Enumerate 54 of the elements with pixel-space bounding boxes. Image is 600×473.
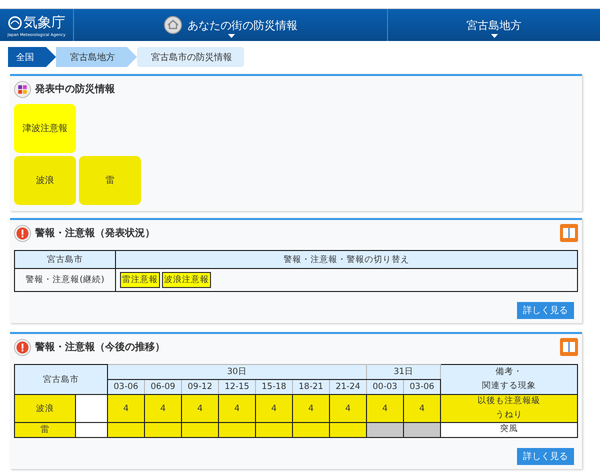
table-header: 03-06 (108, 380, 144, 394)
panel-title: 警報・注意報（発表状況） (35, 226, 155, 240)
table-header: 31日 (366, 364, 440, 380)
table-header: 21-24 (330, 380, 366, 394)
breadcrumb-link[interactable]: 全国 (5, 47, 56, 67)
panel-title: 発表中の防災情報 (35, 82, 115, 96)
warning-badge: 雷注意報 (120, 272, 160, 288)
book-icon[interactable] (560, 224, 578, 242)
nav-menu[interactable]: あなたの街の防災情報 (74, 9, 388, 41)
remark-text: 以後も注意報級 (476, 395, 542, 408)
book-icon[interactable] (560, 338, 578, 356)
table-cell: 4 (218, 394, 256, 423)
table-cell: 4 (404, 394, 440, 423)
table-cell: 4 (330, 394, 366, 423)
remark-text: 突風 (499, 423, 519, 436)
caret-icon (491, 34, 498, 38)
breadcrumb-link[interactable]: 宮古島地方 (56, 47, 137, 67)
header-text: 備考・ (494, 366, 524, 379)
table-header: 06-09 (144, 380, 182, 394)
table-cell: 4 (292, 394, 330, 423)
header-text: 関連する現象 (481, 380, 537, 392)
table-header: 宮古島市 (14, 250, 116, 268)
breadcrumb-link[interactable]: 宮古島市の防災情報 (137, 47, 244, 67)
table-header: 12-15 (218, 380, 256, 394)
home-icon (164, 16, 182, 34)
table-header: 09-12 (182, 380, 218, 394)
table-cell: 4 (144, 394, 182, 423)
logo-text[interactable]: 気象庁 (24, 14, 66, 32)
warning-icon (14, 338, 31, 356)
warning-tile[interactable]: 波浪 (14, 156, 76, 205)
table-cell: 雷 (14, 422, 76, 438)
table-cell: 4 (366, 394, 404, 423)
logo-icon (8, 16, 22, 30)
table-header: 宮古島市 (14, 364, 108, 394)
warning-icon (14, 224, 31, 242)
table-cell: 波浪 (14, 394, 76, 423)
warning-badge: 波浪注意報 (162, 272, 211, 288)
table-cell: 4 (108, 394, 144, 423)
grid-icon (14, 80, 31, 98)
table-header: 15-18 (256, 380, 292, 394)
table-cell: 4 (256, 394, 292, 423)
table-header: 18-21 (292, 380, 330, 394)
table-cell: 警報・注意報(継続) (14, 268, 116, 292)
remark-text: うねり (494, 408, 524, 422)
warning-tile[interactable]: 津波注意報 (14, 104, 76, 153)
table-header: 00-03 (366, 380, 404, 394)
warning-tile[interactable]: 雷 (79, 156, 141, 205)
table-header: 30日 (108, 364, 366, 380)
caret-icon (228, 34, 234, 38)
table-header: 03-06 (404, 380, 440, 394)
nav-menu[interactable]: 宮古島地方 (388, 9, 600, 41)
panel-title: 警報・注意報（今後の推移） (35, 340, 165, 354)
table-header: 警報・注意報・警報の切り替え (116, 250, 578, 268)
table-cell: 4 (182, 394, 218, 423)
